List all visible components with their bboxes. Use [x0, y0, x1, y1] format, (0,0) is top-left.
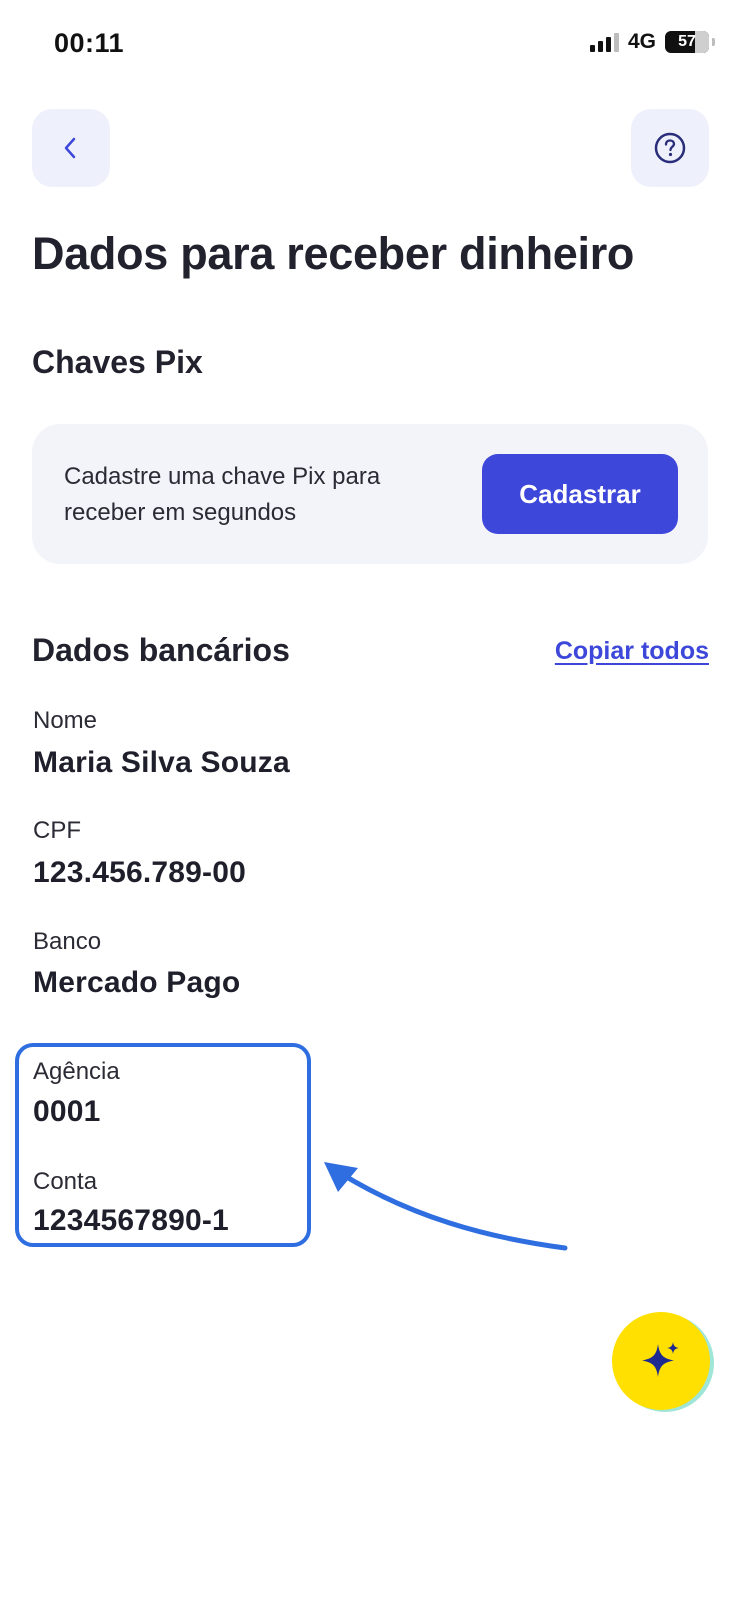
copy-all-link[interactable]: Copiar todos: [555, 637, 709, 666]
back-button[interactable]: [32, 109, 110, 187]
register-pix-button[interactable]: Cadastrar: [482, 454, 678, 534]
screen: 00:11 4G 57 Dados para receber dinheiro …: [0, 0, 739, 1600]
field-label-cpf: CPF: [33, 817, 81, 844]
field-value-banco: Mercado Pago: [33, 966, 241, 999]
help-button[interactable]: [631, 109, 709, 187]
highlight-box: [15, 1043, 311, 1247]
sparkle-icon: [642, 1342, 679, 1377]
network-type: 4G: [627, 30, 656, 53]
status-time: 00:11: [54, 28, 125, 58]
arrow-annotation: [324, 1162, 568, 1251]
field-value-cpf: 123.456.789-00: [33, 856, 246, 889]
pix-card-text: Cadastre uma chave Pix para receber em s…: [64, 463, 381, 526]
battery-icon: 57: [665, 31, 715, 53]
field-label-nome: Nome: [33, 707, 98, 734]
question-circle-icon: [654, 132, 686, 164]
page-title: Dados para receber dinheiro: [32, 228, 635, 279]
status-indicators: 4G 57: [589, 30, 715, 54]
pix-register-card: Cadastre uma chave Pix para receber em s…: [32, 424, 708, 564]
field-label-banco: Banco: [33, 928, 102, 955]
bank-section-title: Dados bancários: [32, 632, 290, 668]
status-bar: 00:11 4G 57: [0, 0, 739, 92]
field-value-nome: Maria Silva Souza: [33, 746, 290, 779]
pix-section-title: Chaves Pix: [32, 344, 203, 380]
chevron-left-icon: [64, 137, 76, 159]
battery-level: 57: [678, 33, 696, 50]
signal-icon: [589, 32, 619, 52]
assistant-fab[interactable]: [612, 1312, 710, 1410]
